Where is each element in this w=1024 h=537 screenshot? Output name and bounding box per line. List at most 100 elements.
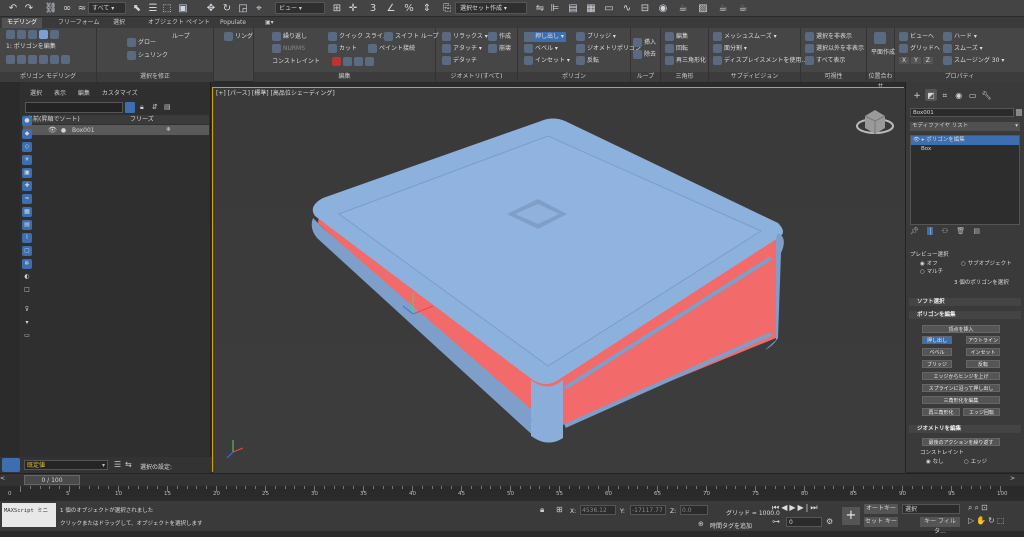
time-slider-thumb[interactable]: 0 / 100 [24,475,80,485]
edge-icon[interactable] [17,30,26,39]
collapse-button[interactable]: 崩壊 [488,44,511,54]
percent-snap-icon[interactable]: % [402,2,416,16]
z-button[interactable]: Z [922,57,933,64]
element-icon[interactable] [50,30,59,39]
meshsmooth-button[interactable]: メッシュスムーズ ▾ [713,32,777,42]
mirror-icon[interactable]: ⇋ [533,2,547,16]
configure-modifier-sets-icon[interactable]: ▤ [973,227,980,235]
vertex-icon[interactable] [6,30,15,39]
attach-button[interactable]: アタッチ ▾ [442,44,482,54]
orbit-icon[interactable]: ↻ [988,516,997,525]
group-title-align[interactable]: 位置合わせ [867,72,894,90]
preview-subobj-radio[interactable]: ○ サブオブジェクト [961,259,1024,267]
frozen-filter-icon[interactable]: ❄ [22,259,32,269]
z-coordinate-field[interactable]: 0.0 [680,505,708,515]
material-editor-icon[interactable]: ◉ [656,2,670,16]
group-title-loops[interactable]: ループ [631,72,660,82]
retriangulate-button[interactable]: 再三角形化 [665,56,706,66]
bevel-button[interactable]: ベベル ▾ [524,44,558,54]
scene-explorer-icon[interactable]: ▤ [566,2,580,16]
selection-lock-icon[interactable]: ⇆ [125,460,132,469]
display-all-icon[interactable]: ● [22,116,32,126]
snap-toggle-icon[interactable]: 3 [366,2,380,16]
render-iterative-icon[interactable]: ☕ [736,2,750,16]
flip-button[interactable]: 反転 [576,56,599,66]
quickslice-button[interactable]: クイック スライス [328,32,389,42]
key-mode-icon[interactable]: ⊶ [772,517,780,526]
spacewarp-filter-icon[interactable]: ≈ [22,194,32,204]
key-selection-dropdown[interactable]: 選択 [902,504,960,514]
reference-coordinate-dropdown[interactable]: ビュー ▾ [275,2,325,14]
cut-button[interactable]: カット [328,44,357,54]
rollout-edit-geometry[interactable]: ジオメトリを編集 [909,425,1021,433]
sort-icon[interactable]: ▾ [22,318,32,328]
extrude-cmd-button[interactable]: 押し出し [922,336,952,344]
absolute-mode-icon[interactable]: ⊞ [556,505,563,514]
render-setup-icon[interactable]: ☕ [676,2,690,16]
light-filter-icon[interactable]: ☀ [22,155,32,165]
polygon-icon[interactable] [39,30,48,39]
bevel-cmd-button[interactable]: ベベル [922,348,952,356]
rectangle-selection-icon[interactable]: ⬚ [160,2,174,16]
next-frame-icon[interactable]: ▶| [798,503,811,512]
paint-connect-button[interactable]: ペイント接続 [368,44,415,54]
rendered-frame-window-icon[interactable]: ▨ [696,2,710,16]
xref-filter-icon[interactable]: ▤ [22,220,32,230]
maxscript-mini-listener[interactable]: MAXScript ミニ [2,503,56,527]
outline-button[interactable]: アウトライン [966,336,1000,344]
link-icon[interactable]: ⛓ [44,2,58,16]
make-planar-button[interactable] [874,32,888,46]
constraint-normal-icon[interactable] [365,57,374,66]
undo-icon[interactable]: ↶ [6,2,20,16]
placement-icon[interactable]: ⌖ [252,2,266,16]
viewport-perspective[interactable] [212,87,905,473]
unlink-icon[interactable]: ∞ [60,2,74,16]
group-title-visibility[interactable]: 可視性 [801,72,866,82]
time-tag-icon[interactable]: ⊕ [698,520,704,528]
make-unique-icon[interactable]: ⚇ [942,227,948,235]
shape-filter-icon[interactable]: ◇ [22,142,32,152]
ribbon-toggle-icon[interactable]: ▭ [602,2,616,16]
flip-cmd-button[interactable]: 反転 [966,360,1000,368]
remove-modifier-icon[interactable]: 🗑︎ [956,227,965,235]
group-title-edit[interactable]: 編集 [254,72,435,82]
pan-icon[interactable]: ✋ [976,516,988,525]
column-freeze[interactable]: フリーズ [130,115,154,124]
constraint-buttons[interactable] [332,57,376,67]
tab-populate[interactable]: Populate [215,18,251,28]
unhide-all-button[interactable]: すべて表示 [805,56,845,66]
edit-named-selection-icon[interactable]: ⎘ [440,2,454,16]
schematic-view-icon[interactable]: ⊟ [638,2,652,16]
align-icon[interactable]: ⊫ [548,2,562,16]
extrude-along-spline-button[interactable]: スプラインに沿って押し出し [922,384,1000,392]
tab-modeling[interactable]: モデリング [2,18,43,28]
y-coordinate-field[interactable]: -17117.77 [630,505,666,515]
maximize-toggle-icon[interactable]: ⬚ [997,516,1007,525]
key-filters-button[interactable]: キー フィルタ... [920,517,960,535]
nurms-button[interactable]: NURMS [272,44,305,54]
menu-select[interactable]: 選択 [30,90,42,97]
maxscript-listener-icon[interactable] [2,458,20,472]
window-crossing-icon[interactable]: ▣ [176,2,190,16]
constraint-face-icon[interactable] [354,57,363,66]
tab-object-paint[interactable]: オブジェクト ペイント [143,18,215,28]
move-icon[interactable]: ✥ [204,2,218,16]
redo-icon[interactable]: ↷ [22,2,36,16]
hide-unselected-button[interactable]: 選択以外を非表示 [805,44,864,54]
rotate-icon[interactable]: ↻ [220,2,234,16]
group-title-subdivision[interactable]: サブディビジョン [709,72,800,82]
group-filter-icon[interactable]: ▦ [22,207,32,217]
group-title-properties[interactable]: プロパティ [895,72,1024,82]
constraint-none-icon[interactable] [332,57,341,66]
time-config-icon[interactable]: ⚙ [826,517,833,526]
menu-customize[interactable]: カスタマイズ [102,90,138,97]
create-button[interactable]: 作成 [488,32,511,42]
group-title-polygons[interactable]: ポリゴン [518,72,630,82]
bind-spacewarp-icon[interactable]: ≈ [75,2,89,16]
pivot-center-icon[interactable]: ⊞ [330,2,344,16]
workspace-dropdown[interactable]: 既定値 ▾ [24,460,108,470]
layer-icon[interactable]: ☰ [114,460,121,469]
remove-loop-button[interactable]: 除去 [633,50,656,60]
repeat-last-button[interactable]: 最後のアクションを繰り返す [922,438,1000,446]
to-grid-button[interactable]: グリッドへ [899,44,940,54]
